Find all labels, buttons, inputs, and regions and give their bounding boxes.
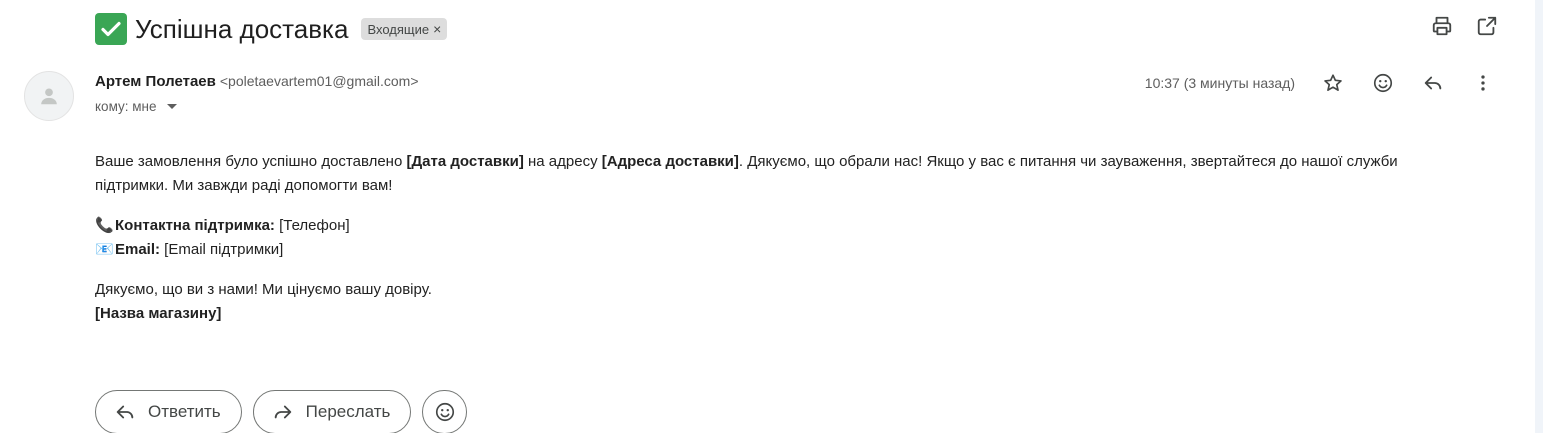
label-chip-inbox[interactable]: Входящие × [361, 18, 448, 40]
label-chip-text: Входящие [367, 21, 430, 37]
store-name: [Назва магазину] [95, 305, 222, 322]
recipients-text: кому: мне [95, 99, 157, 114]
sender-email: <poletaevartem01@gmail.com> [219, 73, 419, 89]
email-value: [Email підтримки] [160, 241, 284, 258]
open-in-new-icon[interactable] [1475, 14, 1499, 38]
reply-button[interactable]: Ответить [95, 390, 242, 433]
body-text: Ваше замовлення було успішно доставлено [95, 153, 407, 170]
side-panel-strip [1535, 0, 1543, 433]
email-label: Email: [115, 241, 161, 258]
subject-row: Успішна доставка Входящие × [95, 10, 448, 48]
contact-email-line: 📧Email: [Email підтримки] [95, 238, 1475, 262]
show-details-caret[interactable] [166, 104, 177, 109]
avatar[interactable] [24, 71, 74, 121]
thanks-line: Дякуємо, що ви з нами! Ми цінуємо вашу д… [95, 281, 432, 298]
reply-icon[interactable] [1421, 71, 1445, 95]
person-icon [41, 88, 57, 105]
forward-icon [274, 405, 291, 419]
check-mark-icon [95, 13, 127, 45]
email-icon: 📧 [95, 241, 114, 258]
reply-button-label: Ответить [148, 402, 221, 421]
body-text: на адресу [523, 153, 602, 170]
print-icon[interactable] [1430, 14, 1454, 38]
message-time: 10:37 (3 минуты назад) [1144, 75, 1295, 91]
phone-icon: 📞 [95, 217, 114, 234]
recipients-line: кому: мне [95, 99, 177, 114]
delivery-date-placeholder: [Дата доставки] [406, 153, 524, 170]
forward-button[interactable]: Переслать [252, 390, 412, 433]
emoji-reaction-button[interactable] [422, 390, 468, 433]
message-body: Ваше замовлення було успішно доставлено … [95, 150, 1475, 326]
sender-name[interactable]: Артем Полетаев [95, 73, 216, 90]
footer-actions: Ответить Переслать [95, 390, 468, 433]
emoji-reaction-icon[interactable] [1371, 71, 1395, 95]
forward-button-label: Переслать [305, 402, 391, 421]
phone-label: Контактна підтримка: [115, 217, 275, 234]
star-icon[interactable] [1321, 71, 1345, 95]
remove-label-button[interactable]: × [433, 22, 441, 36]
sender-line: Артем Полетаев <poletaevartem01@gmail.com… [95, 73, 419, 90]
top-actions [1430, 14, 1499, 38]
reply-icon [116, 405, 134, 419]
emoji-reaction-icon [435, 402, 454, 422]
subject-title: Успішна доставка [135, 13, 349, 44]
delivery-address-placeholder: [Адреса доставки] [601, 153, 739, 170]
phone-value: [Телефон] [274, 217, 350, 234]
contact-phone-line: 📞Контактна підтримка: [Телефон] [95, 214, 1475, 238]
body-paragraph-1: Ваше замовлення було успішно доставлено … [95, 150, 1475, 198]
more-vert-icon[interactable] [1471, 71, 1495, 95]
email-view: Успішна доставка Входящие × Артем Полета… [0, 0, 1543, 433]
message-actions [1321, 71, 1495, 95]
